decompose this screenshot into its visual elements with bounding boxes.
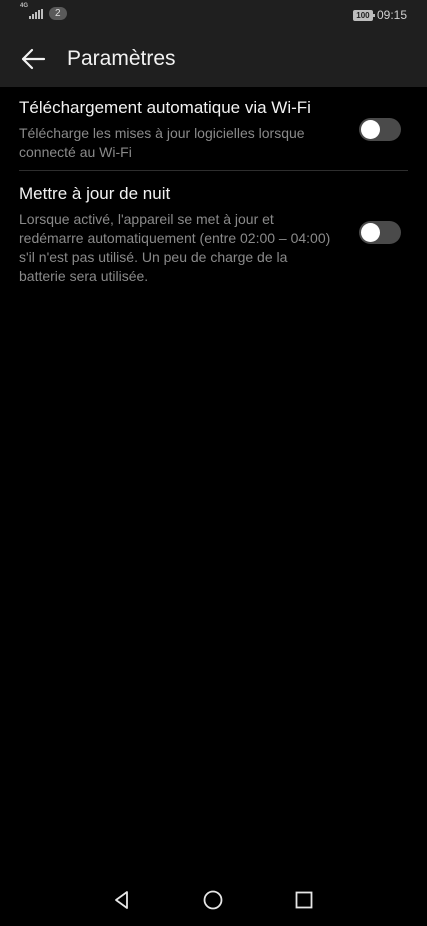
toggle-knob: [361, 223, 380, 242]
app-bar: Paramètres: [0, 31, 427, 87]
triangle-back-icon: [115, 891, 128, 909]
status-left: 4G 2: [20, 3, 67, 20]
network-type-label: 4G: [20, 3, 29, 9]
navigation-bar: [0, 874, 427, 926]
status-right: 100 09:15: [352, 8, 407, 22]
notification-count-badge: 2: [49, 6, 67, 20]
toggle-knob: [361, 120, 380, 139]
setting-title: Mettre à jour de nuit: [19, 184, 171, 203]
square-recents-icon: [295, 891, 313, 909]
nav-recents-button[interactable]: [292, 888, 316, 912]
page-title: Paramètres: [67, 47, 176, 70]
setting-title: Téléchargement automatique via Wi-Fi: [19, 98, 311, 117]
arrow-left-icon: [21, 48, 46, 70]
setting-description: Télécharge les mises à jour logicielles …: [19, 125, 305, 160]
setting-night-update: Mettre à jour de nuit Lorsque activé, l'…: [0, 184, 427, 288]
circle-home-icon: [203, 890, 223, 910]
status-time: 09:15: [376, 8, 407, 22]
status-bar: 4G 2 100 09:15: [0, 0, 427, 31]
nav-back-button[interactable]: [110, 888, 134, 912]
night-update-toggle[interactable]: [359, 221, 401, 244]
wifi-auto-download-toggle[interactable]: [359, 118, 401, 141]
nav-home-button[interactable]: [201, 888, 225, 912]
divider: [19, 170, 408, 171]
battery-icon: 100: [352, 9, 375, 21]
cell-signal-icon: 4G: [20, 3, 44, 20]
setting-wifi-auto-download: Téléchargement automatique via Wi-Fi Tél…: [0, 98, 427, 170]
setting-description: Lorsque activé, l'appareil se met à jour…: [19, 211, 331, 284]
back-button[interactable]: [14, 43, 52, 75]
